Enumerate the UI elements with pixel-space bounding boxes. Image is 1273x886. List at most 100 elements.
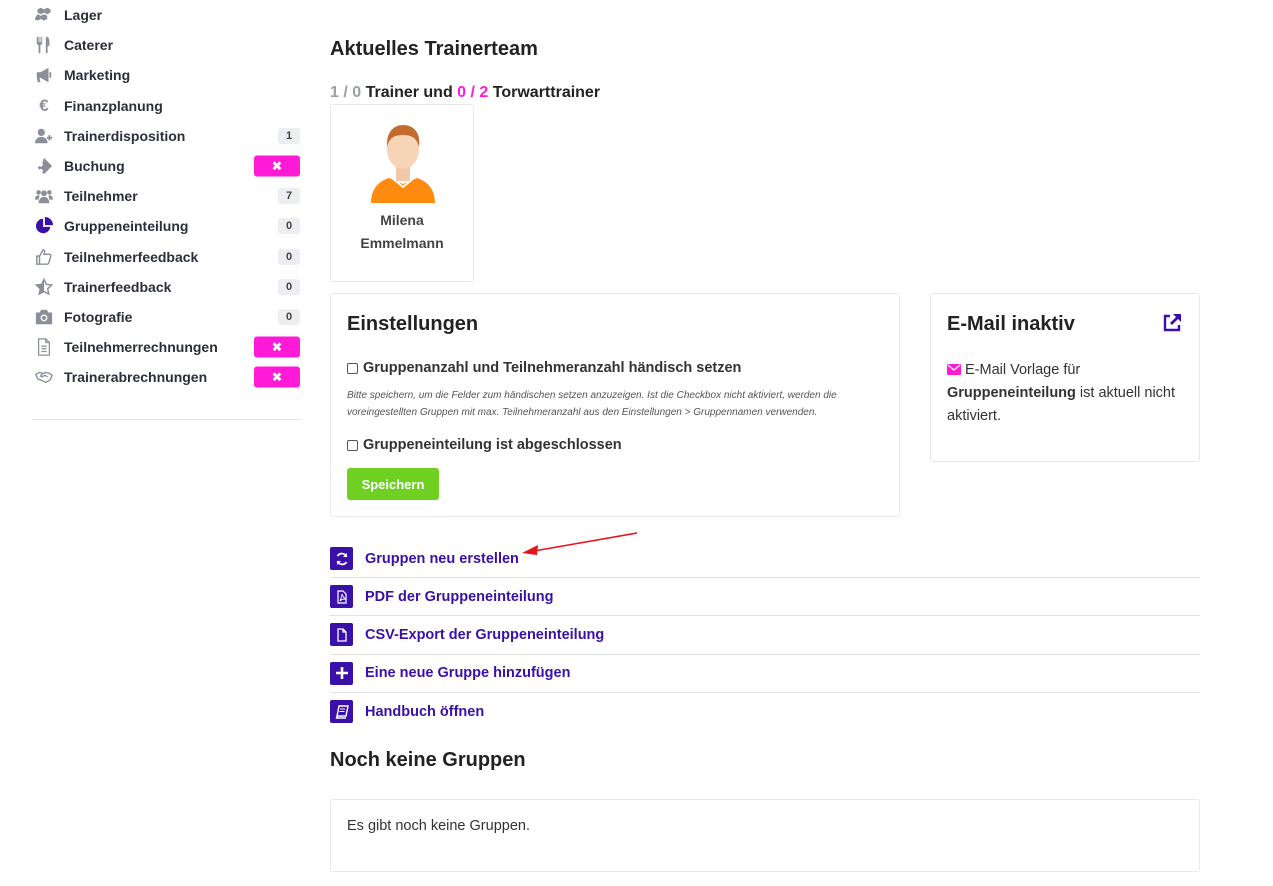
camera-icon [32,307,56,327]
settings-hint: Bitte speichern, um die Felder zum händi… [347,390,837,418]
users-icon [32,186,56,206]
sidebar-item-label: Fotografie [64,308,133,325]
count-badge: 0 [278,308,300,325]
sidebar-item-teilnehmer[interactable]: Teilnehmer 7 [32,181,300,211]
sidebar-item-teilnehmerrechnungen[interactable]: Teilnehmerrechnungen ✖ [32,332,300,362]
checkbox-label: Gruppenanzahl und Teilnehmeranzahl händi… [363,360,742,376]
sidebar-item-teilnehmerfeedback[interactable]: Teilnehmerfeedback 0 [32,242,300,272]
sidebar-item-label: Buchung [64,158,125,175]
action-label[interactable]: Handbuch öffnen [365,704,484,720]
plus-icon [330,661,353,685]
sidebar-item-caterer[interactable]: Caterer [32,30,300,60]
trainer-team-heading: Aktuelles Trainerteam [330,38,538,60]
action-label[interactable]: CSV-Export der Gruppeneinteilung [365,627,604,643]
sidebar-item-label: Marketing [64,67,131,84]
csv-export-link[interactable]: CSV-Export der Gruppeneinteilung [330,616,1200,655]
external-link-icon[interactable] [1161,312,1183,334]
goalie-needed-count: 2 [479,84,489,101]
annotation-arrow [522,532,638,555]
sidebar-item-fotografie[interactable]: Fotografie 0 [32,302,300,332]
count-badge: 0 [278,218,300,235]
sidebar-item-label: Lager [64,7,103,24]
thumbs-up-icon [32,247,56,267]
sidebar-item-lager[interactable]: Lager [32,0,300,30]
trainer-last-name: Emmelmann [360,235,444,251]
settings-card: Einstellungen Gruppenanzahl und Teilnehm… [330,293,900,517]
file-text-icon [32,337,56,357]
cutlery-icon [32,35,56,55]
email-status-card: E-Mail inaktiv E-Mail Vorlage für Gruppen… [930,293,1200,462]
trainer-needed-count: 0 [352,84,362,101]
count-badge: 0 [278,248,300,265]
sidebar: Lager Caterer Marketing € Finanzplanung … [32,0,300,392]
manual-group-count-checkbox-row[interactable]: Gruppenanzahl und Teilnehmeranzahl händi… [347,360,741,376]
trainer-name: Milena Emmelmann [331,209,473,255]
trainer-count-separator: / [338,84,353,101]
goalie-current-count: 0 [457,84,467,101]
file-icon [330,623,353,647]
goalie-count-separator: / [466,84,480,101]
refresh-icon [330,547,353,571]
sidebar-item-label: Trainerdisposition [64,127,186,144]
action-label[interactable]: Eine neue Gruppe hinzufügen [365,665,570,681]
pie-chart-icon [32,216,56,236]
email-status-text: E-Mail Vorlage für Gruppeneinteilung ist … [947,359,1187,428]
trainer-label: Trainer und [361,84,458,101]
sidebar-item-label: Trainerabrechnungen [64,369,208,386]
goalie-label: Torwarttrainer [488,84,601,101]
count-badge: 1 [278,127,300,144]
settings-title: Einstellungen [347,313,479,335]
email-text-prefix: E-Mail Vorlage für [965,362,1081,378]
sidebar-item-trainerfeedback[interactable]: Trainerfeedback 0 [32,272,300,302]
checkbox-label: Gruppeneinteilung ist abgeschlossen [363,437,622,453]
sidebar-item-label: Trainerfeedback [64,278,172,295]
sidebar-item-finanzplanung[interactable]: € Finanzplanung [32,91,300,121]
pdf-export-link[interactable]: PDF der Gruppeneinteilung [330,578,1200,617]
sidebar-item-marketing[interactable]: Marketing [32,60,300,90]
sidebar-item-label: Gruppeneinteilung [64,218,189,235]
add-group-link[interactable]: Eine neue Gruppe hinzufügen [330,655,1200,693]
grouping-done-checkbox-row[interactable]: Gruppeneinteilung ist abgeschlossen [347,437,622,453]
grouping-done-checkbox[interactable] [347,439,358,451]
envelope-icon [947,364,961,375]
action-label[interactable]: Gruppen neu erstellen [365,551,519,567]
email-title: E-Mail inaktiv [947,313,1075,335]
groups-heading: Noch keine Gruppen [330,749,526,771]
sidebar-item-label: Finanzplanung [64,97,163,114]
megaphone-icon [32,65,56,85]
manual-group-count-checkbox[interactable] [347,362,358,374]
status-badge-missing: ✖ [254,366,300,388]
avatar [371,125,435,203]
euro-icon: € [39,95,49,115]
trainer-first-name: Milena [380,212,424,228]
status-badge-missing: ✖ [254,336,300,358]
sidebar-divider [32,419,300,420]
count-badge: 7 [278,188,300,205]
save-button[interactable]: Speichern [347,468,439,500]
sidebar-item-label: Teilnehmerfeedback [64,248,199,265]
trainer-card[interactable]: Milena Emmelmann [330,104,474,282]
sidebar-item-gruppeneinteilung[interactable]: Gruppeneinteilung 0 [32,211,300,241]
sidebar-item-label: Caterer [64,37,114,54]
star-half-icon [32,277,56,297]
open-manual-link[interactable]: Handbuch öffnen [330,693,1200,731]
pdf-file-icon [330,585,353,609]
email-template-name: Gruppeneinteilung [947,385,1076,401]
cubes-icon [32,5,56,25]
sidebar-item-buchung[interactable]: Buchung ✖ [32,151,300,181]
sidebar-item-label: Teilnehmer [64,188,138,205]
group-actions-list: Gruppen neu erstellen PDF der Gruppenein… [330,540,1200,731]
status-badge-missing: ✖ [254,155,300,177]
count-badge: 0 [278,278,300,295]
handshake-icon [32,367,56,387]
trainer-count-summary: 1 / 0 Trainer und 0 / 2 Torwarttrainer [330,84,600,102]
groups-empty-card: Es gibt noch keine Gruppen. [330,799,1200,872]
book-icon [330,700,353,724]
sidebar-item-trainerabrechnungen[interactable]: Trainerabrechnungen ✖ [32,362,300,392]
regenerate-groups-link[interactable]: Gruppen neu erstellen [330,540,1200,579]
action-label[interactable]: PDF der Gruppeneinteilung [365,589,554,605]
trainer-current-count: 1 [330,84,339,101]
groups-empty-text: Es gibt noch keine Gruppen. [347,818,530,834]
sidebar-item-trainerdisposition[interactable]: Trainerdisposition 1 [32,121,300,151]
ticket-icon [32,156,56,176]
